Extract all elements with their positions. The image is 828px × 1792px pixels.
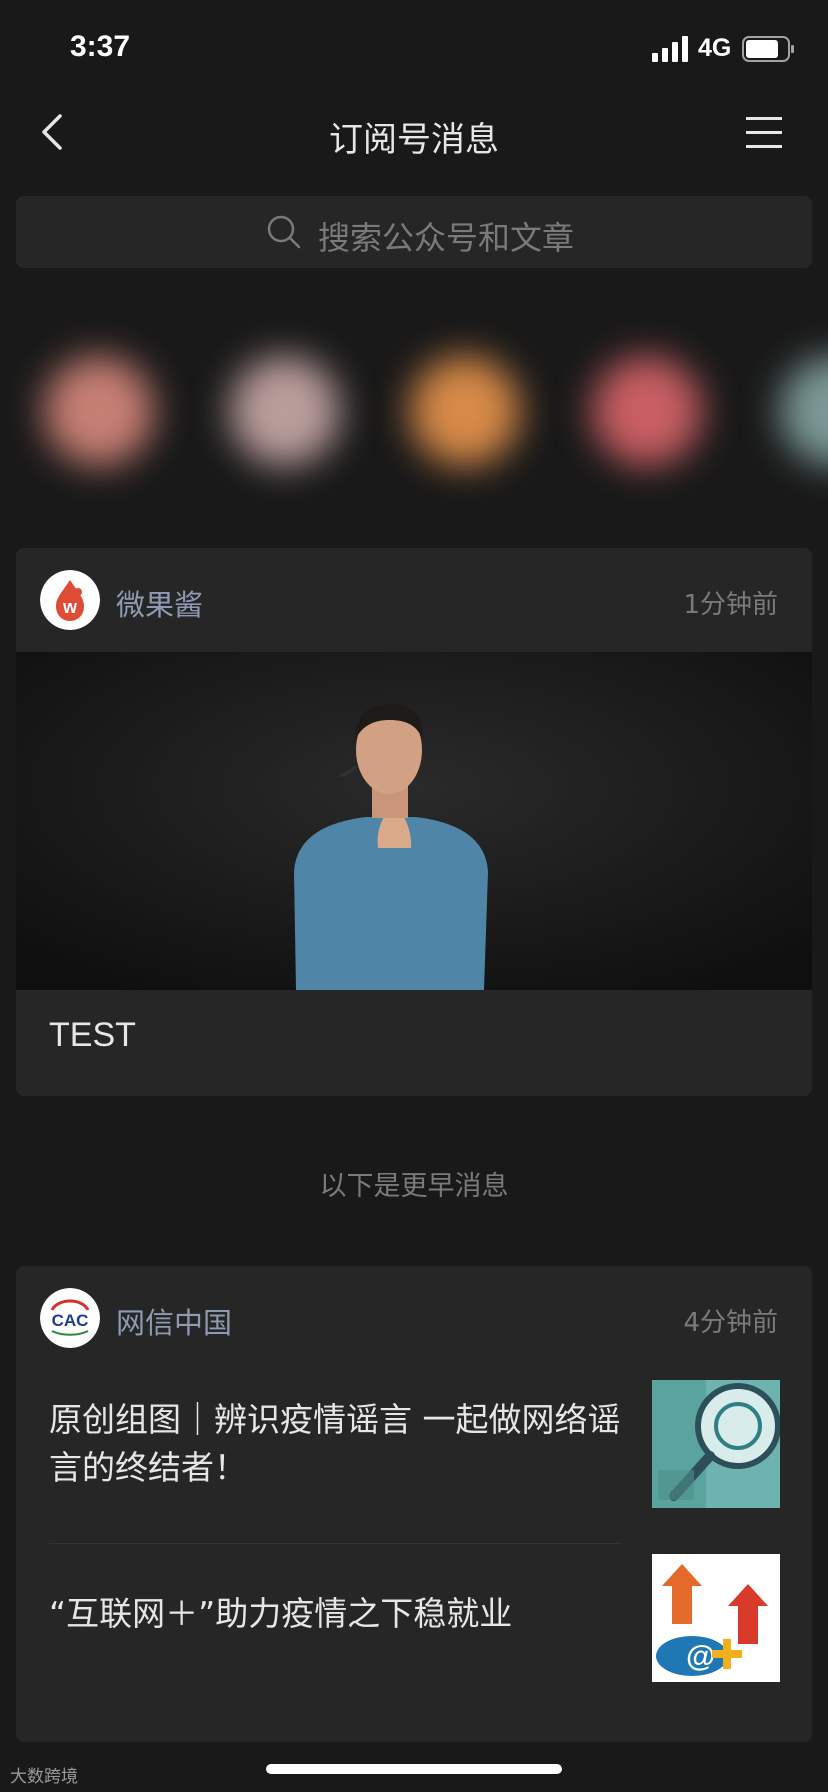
account-name[interactable]: 网信中国 [116, 1300, 232, 1342]
nav-bar: 订阅号消息 [0, 96, 828, 168]
network-label: 4G [698, 34, 732, 62]
blurred-account-avatar[interactable] [780, 356, 828, 466]
weiguojiang-logo-icon: w [40, 570, 100, 630]
home-indicator[interactable] [266, 1764, 562, 1774]
cac-logo-icon: CAC [40, 1288, 100, 1348]
presenter-photo [16, 652, 812, 990]
signal-icon [652, 36, 688, 62]
search-bar[interactable]: 搜索公众号和文章 [16, 196, 812, 268]
card-timestamp: 1分钟前 [683, 590, 778, 620]
menu-icon[interactable] [744, 114, 784, 150]
status-time: 3:37 [70, 30, 131, 63]
svg-text:CAC: CAC [52, 1311, 89, 1330]
article-thumbnail[interactable] [652, 1380, 780, 1508]
page-title: 订阅号消息 [329, 120, 499, 160]
message-card[interactable]: w 微果酱 1分钟前 TEST [16, 548, 812, 1096]
svg-text:w: w [62, 597, 78, 617]
account-avatar[interactable]: CAC [40, 1288, 100, 1348]
blurred-account-avatar[interactable] [410, 356, 520, 466]
article-item[interactable]: “互联网＋”助力疫情之下稳就业 @ [16, 1544, 812, 1718]
frequent-accounts-row[interactable] [0, 300, 828, 530]
card-header: CAC 网信中国 4分钟前 [16, 1266, 812, 1370]
rumor-magnifier-image [652, 1380, 780, 1508]
card-header: w 微果酱 1分钟前 [16, 548, 812, 652]
account-avatar[interactable]: w [40, 570, 100, 630]
blurred-account-avatar[interactable] [44, 356, 154, 466]
blurred-account-avatar[interactable] [592, 356, 702, 466]
article-item[interactable]: 原创组图｜辨识疫情谣言 一起做网络谣言的终结者！ [16, 1370, 812, 1544]
card-timestamp: 4分钟前 [683, 1308, 778, 1338]
battery-icon [742, 36, 794, 62]
article-cover-image[interactable] [16, 652, 812, 990]
status-bar: 3:37 4G [0, 0, 828, 96]
blurred-account-avatar[interactable] [230, 356, 340, 466]
svg-text:@: @ [686, 1640, 715, 1673]
article-title[interactable]: “互联网＋”助力疫情之下稳就业 [49, 1590, 629, 1638]
watermark: 大数跨境 [10, 1767, 78, 1787]
article-thumbnail[interactable]: @ [652, 1554, 780, 1682]
earlier-messages-divider: 以下是更早消息 [319, 1171, 509, 1202]
internet-plus-jobs-image: @ [652, 1554, 780, 1682]
search-placeholder: 搜索公众号和文章 [318, 219, 575, 257]
article-title[interactable]: 原创组图｜辨识疫情谣言 一起做网络谣言的终结者！ [49, 1396, 629, 1492]
search-icon [267, 215, 301, 249]
article-headline[interactable]: TEST [16, 990, 812, 1096]
account-name[interactable]: 微果酱 [116, 582, 203, 624]
message-card[interactable]: CAC 网信中国 4分钟前 原创组图｜辨识疫情谣言 一起做网络谣言的终结者！ “… [16, 1266, 812, 1742]
